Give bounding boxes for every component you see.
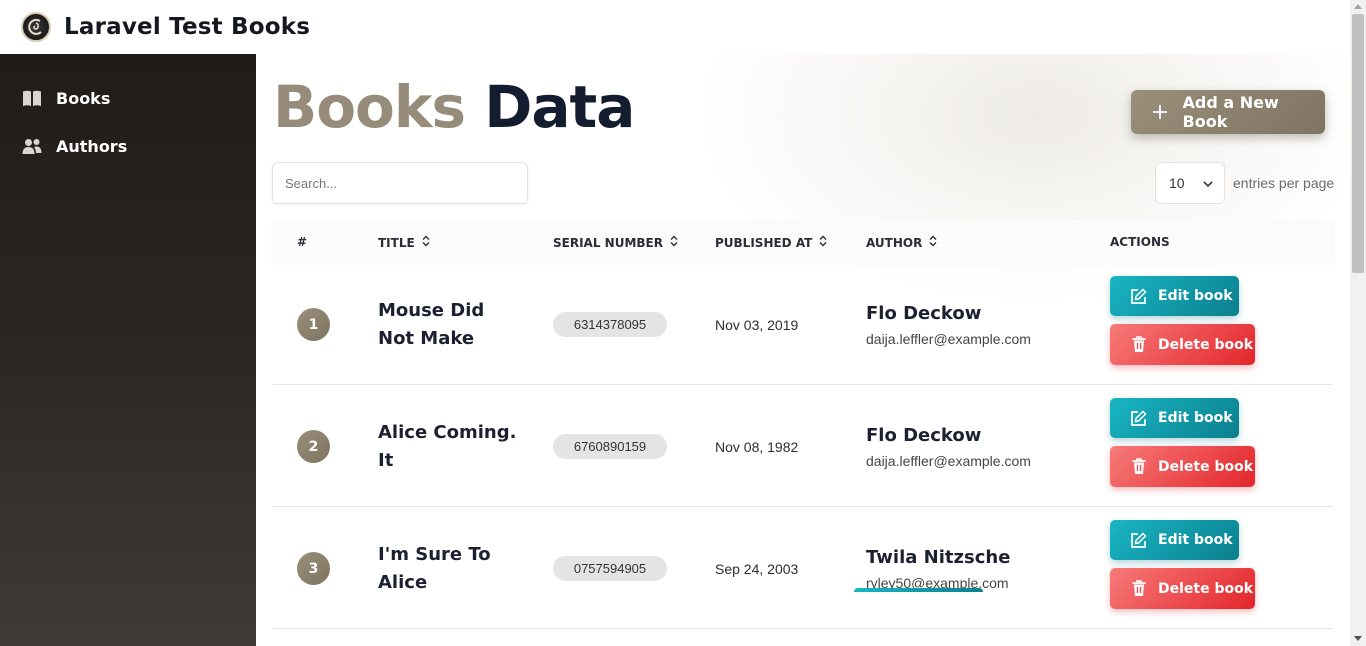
sidebar: Books Authors	[0, 54, 256, 646]
table-row: 3 I'm Sure To Alice 0757594905 Sep 24, 2…	[273, 507, 1333, 629]
edit-icon	[1130, 409, 1148, 427]
trash-icon	[1132, 580, 1148, 597]
chevron-down-icon	[1202, 177, 1214, 193]
app-title[interactable]: Laravel Test Books	[64, 14, 310, 40]
page-title: Books Data	[273, 72, 635, 142]
serial-badge: 6314378095	[553, 312, 667, 337]
table-row: 2 Alice Coming. It 6760890159 Nov 08, 19…	[273, 385, 1333, 507]
sidebar-item-label: Authors	[56, 136, 128, 156]
sort-icon[interactable]	[819, 235, 827, 250]
per-page-select[interactable]: 10	[1155, 162, 1225, 204]
sidebar-item-authors[interactable]: Authors	[0, 122, 256, 170]
author-email: daija.leffler@example.com	[866, 331, 1031, 347]
edit-icon	[1130, 287, 1148, 305]
scrollbar-thumb[interactable]	[1352, 14, 1364, 273]
edit-book-button-partial[interactable]	[854, 588, 983, 592]
sidebar-item-label: Books	[56, 88, 111, 108]
edit-icon	[1130, 531, 1148, 549]
delete-book-button[interactable]: Delete book	[1110, 324, 1255, 365]
column-header-author[interactable]: AUTHOR	[866, 235, 937, 250]
trash-icon	[1132, 458, 1148, 475]
edit-book-button[interactable]: Edit book	[1110, 520, 1239, 560]
add-book-button-label: Add a New Book	[1182, 93, 1279, 131]
book-icon	[22, 89, 42, 107]
serial-badge: 0757594905	[553, 556, 667, 581]
author-name: Flo Deckow	[866, 425, 982, 446]
table-header: # TITLE SERIAL NUMBER PUBLISHED AT AUTHO…	[273, 220, 1333, 263]
column-header-number: #	[297, 235, 308, 249]
edit-book-button[interactable]: Edit book	[1110, 398, 1239, 438]
author-name: Flo Deckow	[866, 303, 982, 324]
serial-badge: 6760890159	[553, 434, 667, 459]
row-number-badge: 1	[297, 308, 330, 341]
delete-book-button[interactable]: Delete book	[1110, 568, 1255, 609]
book-title: Mouse Did Not Make	[378, 300, 485, 349]
column-header-title[interactable]: TITLE	[378, 235, 430, 250]
edit-book-button[interactable]: Edit book	[1110, 276, 1239, 316]
scroll-down-icon[interactable]	[1354, 636, 1362, 641]
per-page-label: entries per page	[1233, 175, 1335, 191]
column-header-published[interactable]: PUBLISHED AT	[715, 235, 827, 250]
book-title: I'm Sure To Alice	[378, 544, 491, 593]
book-title: Alice Coming. It	[378, 422, 517, 471]
users-icon	[22, 137, 42, 155]
trash-icon	[1132, 336, 1148, 353]
search-input[interactable]	[272, 162, 528, 204]
published-date: Nov 08, 1982	[715, 439, 799, 455]
top-navbar: Laravel Test Books	[0, 0, 1350, 54]
sort-icon[interactable]	[670, 235, 678, 250]
page-scrollbar[interactable]	[1350, 0, 1366, 646]
author-email: daija.leffler@example.com	[866, 453, 1031, 469]
page-title-part1: Books	[273, 73, 466, 141]
add-book-button[interactable]: Add a New Book	[1131, 90, 1325, 134]
sort-icon[interactable]	[929, 235, 937, 250]
table-row: 1 Mouse Did Not Make 6314378095 Nov 03, …	[273, 263, 1333, 385]
page-title-part2: Data	[484, 73, 635, 141]
per-page-value: 10	[1169, 175, 1185, 191]
author-name: Twila Nitzsche	[866, 547, 1011, 568]
column-header-serial[interactable]: SERIAL NUMBER	[553, 235, 678, 250]
sort-icon[interactable]	[422, 235, 430, 250]
published-date: Nov 03, 2019	[715, 317, 799, 333]
app-logo-icon[interactable]	[21, 12, 51, 42]
column-header-actions: ACTIONS	[1110, 235, 1170, 249]
delete-book-button[interactable]: Delete book	[1110, 446, 1255, 487]
scroll-up-icon[interactable]	[1354, 4, 1362, 9]
sidebar-item-books[interactable]: Books	[0, 74, 256, 122]
row-number-badge: 3	[297, 552, 330, 585]
main-content: Books Data Add a New Book 10 entries per…	[256, 54, 1350, 646]
published-date: Sep 24, 2003	[715, 561, 799, 577]
plus-icon	[1153, 100, 1169, 125]
row-number-badge: 2	[297, 430, 330, 463]
